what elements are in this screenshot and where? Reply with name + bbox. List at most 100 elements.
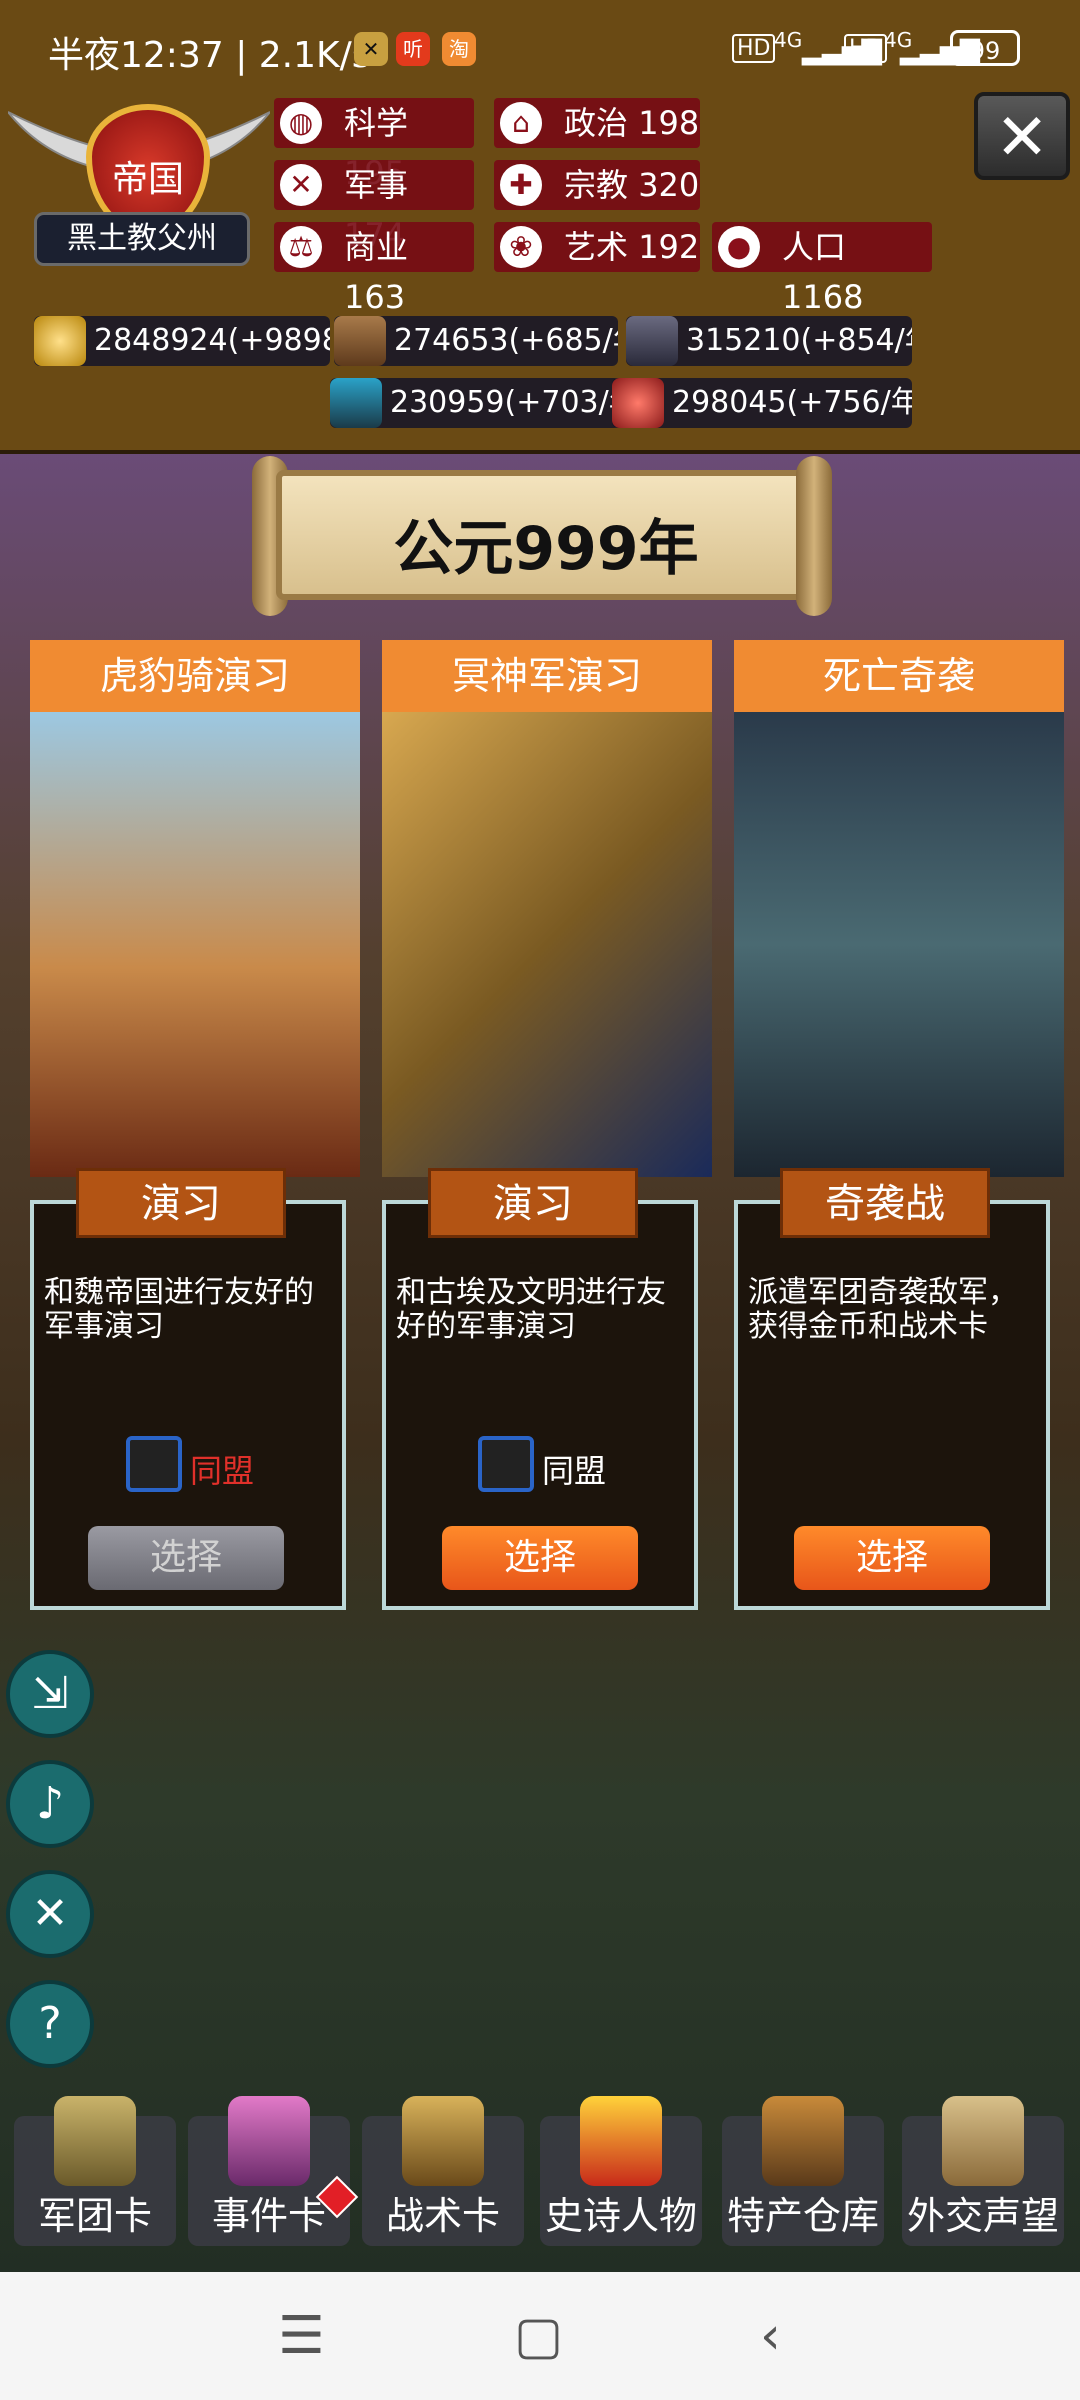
home-icon[interactable]: ▢ bbox=[514, 2306, 563, 2366]
bottom-nav-specialty-warehouse[interactable]: 特产仓库 bbox=[722, 2096, 884, 2246]
helmet-icon bbox=[54, 2096, 136, 2186]
card-2-select-button[interactable]: 选择 bbox=[442, 1526, 638, 1590]
card-1-description: 和魏帝国进行友好的军事演习 bbox=[44, 1275, 314, 1344]
card-1-art-cavalry bbox=[30, 712, 360, 1177]
stat-label: 商业 bbox=[344, 228, 409, 266]
app-badge-2: 淘 bbox=[442, 32, 476, 66]
resource-value: 274653(+685/年) bbox=[394, 323, 618, 358]
card-1-select-button[interactable]: 选择 bbox=[88, 1526, 284, 1590]
hd-icon: HD bbox=[732, 34, 776, 63]
stat-label: 科学 bbox=[344, 104, 409, 142]
card-3-select-button[interactable]: 选择 bbox=[794, 1526, 990, 1590]
stat-commerce[interactable]: ⚖ 商业 163 bbox=[274, 222, 474, 316]
close-button[interactable]: ✕ bbox=[974, 92, 1070, 180]
hd-icon-2: HD bbox=[844, 34, 888, 63]
card-3-art-ruins bbox=[734, 712, 1064, 1177]
sound-toggle-button[interactable]: ✕ bbox=[6, 1870, 94, 1958]
card-title: 冥神军演习 bbox=[451, 654, 642, 698]
year-label: 公元999年 bbox=[393, 514, 699, 584]
bottom-nav-event-cards[interactable]: 事件卡 bbox=[188, 2096, 350, 2246]
shield-swords-icon bbox=[402, 2096, 484, 2186]
status-time: 半夜12:37 | 2.1K/s bbox=[48, 35, 371, 76]
planet-icon: ◍ bbox=[280, 102, 322, 144]
help-button[interactable]: ? bbox=[6, 1980, 94, 2068]
card-3-description: 派遣军团奇袭敌军，获得金币和战术卡 bbox=[748, 1275, 1018, 1344]
stat-label: 政治 bbox=[564, 104, 629, 142]
stat-value: 320 bbox=[638, 166, 700, 204]
state-name: 黑土教父州 bbox=[34, 212, 250, 266]
card-2-art-army bbox=[382, 712, 712, 1177]
battery-icon: 99 bbox=[950, 30, 1020, 66]
close-icon: ✕ bbox=[995, 101, 1049, 175]
stone-icon bbox=[626, 316, 678, 366]
stat-label: 军事 bbox=[344, 166, 409, 204]
card-2-title-banner: 冥神军演习 bbox=[382, 640, 712, 712]
stat-label: 艺术 bbox=[564, 228, 629, 266]
crossed-swords-icon: ✕ bbox=[280, 164, 322, 206]
resource-stone: 315210(+854/年) bbox=[626, 316, 912, 366]
stat-art[interactable]: ❀ 艺术 192 bbox=[494, 222, 700, 272]
menu-icon[interactable]: ☰ bbox=[278, 2306, 325, 2366]
bottom-nav-label: 特产仓库 bbox=[726, 2194, 879, 2238]
bottom-nav-label: 史诗人物 bbox=[544, 2194, 697, 2238]
ally-icon bbox=[478, 1436, 534, 1492]
empire-title: 帝国 bbox=[111, 159, 184, 200]
mute-icon: ✕ bbox=[354, 32, 388, 66]
network-label-1: 4G bbox=[774, 28, 803, 52]
temple-icon: ⌂ bbox=[500, 102, 542, 144]
music-toggle-button[interactable]: ♪ bbox=[6, 1760, 94, 1848]
card-title: 虎豹骑演习 bbox=[99, 654, 290, 698]
lotus-icon: ❀ bbox=[500, 226, 542, 268]
resource-meat: 298045(+756/年) bbox=[612, 378, 912, 428]
card-title: 死亡奇袭 bbox=[822, 654, 975, 698]
stat-population[interactable]: ● 人口 1168 bbox=[712, 222, 932, 316]
envelope-icon bbox=[942, 2096, 1024, 2186]
sound-off-icon: ✕ bbox=[31, 1888, 69, 1939]
resource-gold: 2848924(+9898/年 bbox=[34, 316, 330, 366]
stat-value: 163 bbox=[344, 278, 406, 316]
resource-gem: 230959(+703/年 bbox=[330, 378, 620, 428]
ally-label: 同盟 bbox=[190, 1452, 255, 1490]
stat-military[interactable]: ✕ 军事 174 bbox=[274, 160, 474, 254]
card-1-type-ribbon: 演习 bbox=[76, 1168, 286, 1238]
bottom-nav-label: 军团卡 bbox=[37, 2194, 152, 2238]
ally-label: 同盟 bbox=[542, 1452, 607, 1490]
resource-value: 315210(+854/年) bbox=[686, 323, 912, 358]
resource-value: 230959(+703/年 bbox=[390, 385, 620, 420]
stat-label: 宗教 bbox=[564, 166, 629, 204]
stat-value: 192 bbox=[638, 228, 700, 266]
stat-value: 1168 bbox=[782, 278, 864, 316]
status-bar: 半夜12:37 | 2.1K/s ✕ 听 淘 HD 4G ▂▃▅▇ HD 4G … bbox=[0, 0, 1080, 100]
meat-icon bbox=[612, 378, 664, 428]
app-badge-1: 听 bbox=[396, 32, 430, 66]
ally-icon bbox=[126, 1436, 182, 1492]
back-icon[interactable]: ‹ bbox=[760, 2306, 781, 2366]
person-icon: ● bbox=[718, 226, 760, 268]
stat-value: 198 bbox=[638, 104, 700, 142]
treasure-chest-icon bbox=[762, 2096, 844, 2186]
exit-button[interactable]: ⇲ bbox=[6, 1650, 94, 1738]
stat-politics[interactable]: ⌂ 政治 198 bbox=[494, 98, 700, 148]
stat-religion[interactable]: ✚ 宗教 320 bbox=[494, 160, 700, 210]
stat-science[interactable]: ◍ 科学 195 bbox=[274, 98, 474, 192]
card-3-title-banner: 死亡奇袭 bbox=[734, 640, 1064, 712]
resource-value: 298045(+756/年) bbox=[672, 385, 912, 420]
bottom-nav-diplomacy[interactable]: 外交声望 bbox=[902, 2096, 1064, 2246]
bottom-nav-epic-figures[interactable]: 史诗人物 bbox=[540, 2096, 702, 2246]
scroll-icon bbox=[228, 2096, 310, 2186]
bottom-nav-legion-cards[interactable]: 军团卡 bbox=[14, 2096, 176, 2246]
bottom-nav-label: 外交声望 bbox=[906, 2194, 1059, 2238]
card-3-type-ribbon: 奇袭战 bbox=[780, 1168, 990, 1238]
gold-coins-icon bbox=[34, 316, 86, 366]
resource-wood: 274653(+685/年) bbox=[334, 316, 618, 366]
wood-logs-icon bbox=[334, 316, 386, 366]
card-2-description: 和古埃及文明进行友好的军事演习 bbox=[396, 1275, 666, 1344]
cross-icon: ✚ bbox=[500, 164, 542, 206]
music-off-icon: ♪ bbox=[35, 1778, 65, 1829]
gem-icon bbox=[330, 378, 382, 428]
card-1-title-banner: 虎豹骑演习 bbox=[30, 640, 360, 712]
card-2-type-ribbon: 演习 bbox=[428, 1168, 638, 1238]
bottom-nav-tactic-cards[interactable]: 战术卡 bbox=[362, 2096, 524, 2246]
scales-icon: ⚖ bbox=[280, 226, 322, 268]
crown-icon bbox=[580, 2096, 662, 2186]
